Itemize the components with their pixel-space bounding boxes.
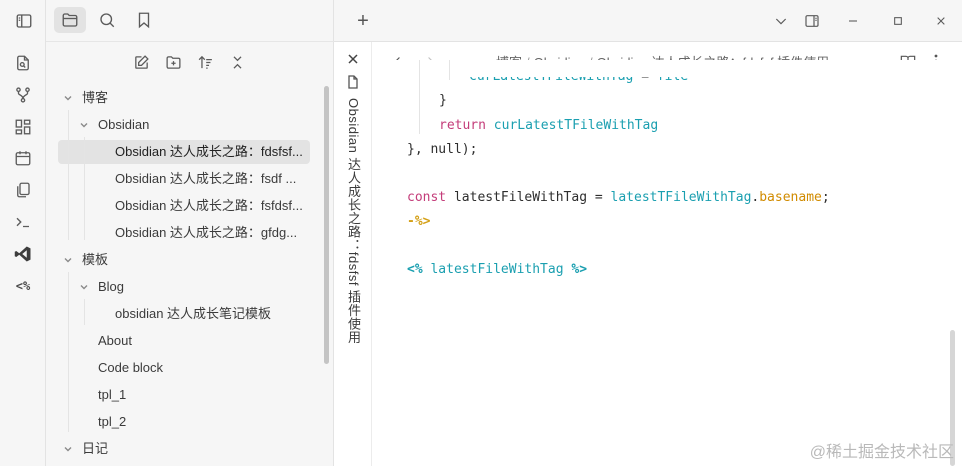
vscode-icon[interactable] <box>11 242 35 266</box>
tree-file[interactable]: Code block <box>98 356 298 380</box>
sidebar-toggle-icon[interactable] <box>800 9 824 33</box>
collapse-all-icon[interactable] <box>225 50 249 74</box>
code-line: return curLatestTFileWithTag <box>439 118 659 133</box>
chevron-down-icon[interactable] <box>62 86 74 110</box>
tree-file[interactable]: Obsidian 达人成长之路：gfdg... <box>115 221 305 245</box>
tree-file[interactable]: obsidian 达人成长笔记模板 <box>115 302 315 326</box>
tree-folder-obsidian[interactable]: Obsidian <box>98 113 298 137</box>
file-icon <box>346 74 360 90</box>
minimize-icon[interactable] <box>841 9 865 33</box>
code-icon[interactable]: <% <box>11 274 35 298</box>
tree-file[interactable]: tpl_2 <box>98 410 298 434</box>
tree-folder-blog-sub[interactable]: Blog <box>98 275 298 299</box>
tree-file-selected[interactable]: Obsidian 达人成长之路：fdsfsf... <box>58 140 310 164</box>
code-line: -%> <box>407 214 431 229</box>
tree-file[interactable]: Obsidian 达人成长之路：fsfdsf... <box>115 194 305 218</box>
chevron-down-icon[interactable] <box>78 275 90 299</box>
tree-folder-templates[interactable]: 模板 <box>82 248 282 272</box>
sidebar-scrollbar[interactable] <box>324 86 329 364</box>
code-line: const latestFileWithTag = latestTFileWit… <box>407 190 830 205</box>
file-explorer-sidebar: 博客 Obsidian Obsidian 达人成长之路：fdsfsf... Ob… <box>16 0 334 466</box>
stacked-tab-title[interactable]: Obsidian 达人成长之路：fdsfsf 插件使用 <box>344 98 363 344</box>
file-nav-actions <box>46 50 334 76</box>
tree-folder-diary[interactable]: 日记 <box>82 437 282 461</box>
terminal-icon[interactable] <box>11 210 35 234</box>
code-line: }, null); <box>407 142 478 157</box>
daily-notes-icon[interactable] <box>11 146 35 170</box>
maximize-icon[interactable] <box>886 9 910 33</box>
tree-file[interactable]: About <box>98 329 298 353</box>
code-editor[interactable]: curLatestTFileWithTag = file } return cu… <box>372 60 962 466</box>
bookmark-icon[interactable] <box>128 7 160 33</box>
watermark: @稀土掘金技术社区 <box>809 444 954 461</box>
sidebar-toggle-icon[interactable] <box>12 9 36 33</box>
sort-icon[interactable] <box>193 50 217 74</box>
graph-view-icon[interactable] <box>11 83 35 107</box>
tree-file[interactable]: Obsidian 达人成长之路：fsdf ... <box>115 167 305 191</box>
chevron-down-icon[interactable] <box>78 113 90 137</box>
close-icon[interactable] <box>929 9 953 33</box>
search-icon[interactable] <box>91 7 123 33</box>
new-note-icon[interactable] <box>129 50 153 74</box>
tree-folder-blog[interactable]: 博客 <box>82 86 282 110</box>
chevron-down-icon[interactable] <box>62 248 74 272</box>
left-ribbon: <% <box>0 0 46 466</box>
canvas-icon[interactable] <box>11 115 35 139</box>
chevron-down-icon[interactable] <box>769 9 793 33</box>
code-line: <% latestFileWithTag %> <box>407 262 588 277</box>
new-tab-button[interactable]: + <box>351 9 375 33</box>
tree-file[interactable]: tpl_1 <box>98 383 298 407</box>
close-icon[interactable] <box>345 51 361 67</box>
sidebar-tab-bar <box>16 0 334 42</box>
files-icon[interactable] <box>54 7 86 33</box>
stacked-tab[interactable]: Obsidian 达人成长之路：fdsfsf 插件使用 <box>334 42 372 466</box>
quick-switcher-icon[interactable] <box>11 51 35 75</box>
code-line: } <box>439 93 447 108</box>
code-line: curLatestTFileWithTag = file <box>469 69 689 84</box>
title-bar: + <box>334 0 962 42</box>
chevron-down-icon[interactable] <box>62 437 74 461</box>
new-folder-icon[interactable] <box>161 50 185 74</box>
templates-icon[interactable] <box>11 178 35 202</box>
